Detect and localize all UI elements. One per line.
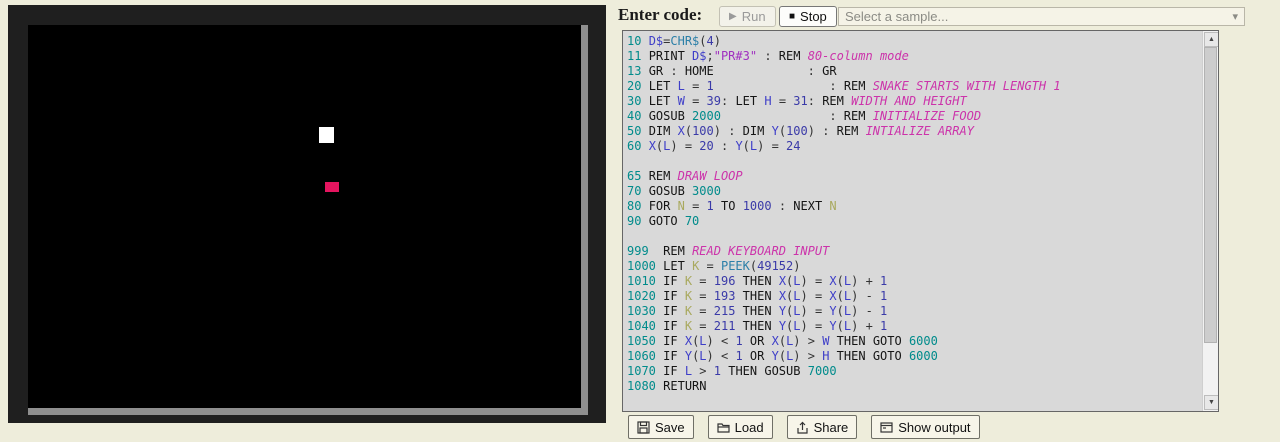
enter-code-label: Enter code: [618,5,702,25]
code-line [627,229,1202,244]
code-line: 1020 IF K = 193 THEN X(L) = X(L) - 1 [627,289,1202,304]
scroll-down-icon[interactable]: ▼ [1204,395,1219,410]
code-line: 13 GR : HOME : GR [627,64,1202,79]
play-icon: ▶ [729,12,737,22]
code-line: 1000 LET K = PEEK(49152) [627,259,1202,274]
stop-icon: ■ [789,12,795,22]
food-block [325,182,339,192]
emulator-screen-bezel [8,5,606,423]
snake-block [319,127,334,143]
code-line: 90 GOTO 70 [627,214,1202,229]
code-line: 70 GOSUB 3000 [627,184,1202,199]
code-line [627,154,1202,169]
code-line: 1060 IF Y(L) < 1 OR Y(L) > H THEN GOTO 6… [627,349,1202,364]
code-line: 65 REM DRAW LOOP [627,169,1202,184]
code-line: 11 PRINT D$;"PR#3" : REM 80-column mode [627,49,1202,64]
code-line: 40 GOSUB 2000 : REM INITIALIZE FOOD [627,109,1202,124]
show-output-button-label: Show output [898,420,970,435]
scrollbar-thumb[interactable] [1204,47,1217,343]
app-window: Enter code: ▶ Run ■ Stop Select a sample… [0,0,1280,442]
code-line: 50 DIM X(100) : DIM Y(100) : REM INTIALI… [627,124,1202,139]
code-line: 30 LET W = 39: LET H = 31: REM WIDTH AND… [627,94,1202,109]
output-window-icon [880,421,893,434]
code-line: 1030 IF K = 215 THEN Y(L) = Y(L) - 1 [627,304,1202,319]
footer-toolbar: Save Load Share Show output [628,415,980,439]
code-line: 1050 IF X(L) < 1 OR X(L) > W THEN GOTO 6… [627,334,1202,349]
code-editor[interactable]: 10 D$=CHR$(4)11 PRINT D$;"PR#3" : REM 80… [622,30,1219,412]
code-line: 10 D$=CHR$(4) [627,34,1202,49]
save-button[interactable]: Save [628,415,694,439]
code-line: 80 FOR N = 1 TO 1000 : NEXT N [627,199,1202,214]
code-line: 1010 IF K = 196 THEN X(L) = X(L) + 1 [627,274,1202,289]
floppy-icon [637,421,650,434]
sample-select-dropdown[interactable]: Select a sample... ▾ [838,7,1245,26]
code-line: 1080 RETURN [627,379,1202,394]
run-button[interactable]: ▶ Run [719,6,776,27]
stop-button[interactable]: ■ Stop [779,6,837,27]
chevron-down-icon: ▾ [1232,10,1238,23]
save-button-label: Save [655,420,685,435]
share-icon [796,421,809,434]
show-output-button[interactable]: Show output [871,415,979,439]
code-line: 20 LET L = 1 : REM SNAKE STARTS WITH LEN… [627,79,1202,94]
code-line [627,394,1202,409]
code-line: 999 REM READ KEYBOARD INPUT [627,244,1202,259]
code-line: 1040 IF K = 211 THEN Y(L) = Y(L) + 1 [627,319,1202,334]
run-button-label: Run [742,9,766,24]
editor-scrollbar[interactable]: ▲ ▼ [1202,31,1218,411]
folder-icon [717,421,730,434]
load-button[interactable]: Load [708,415,773,439]
emulator-screen[interactable] [28,25,588,415]
share-button[interactable]: Share [787,415,858,439]
share-button-label: Share [814,420,849,435]
scroll-up-icon[interactable]: ▲ [1204,32,1219,47]
stop-button-label: Stop [800,9,827,24]
code-line: 60 X(L) = 20 : Y(L) = 24 [627,139,1202,154]
load-button-label: Load [735,420,764,435]
sample-select-placeholder: Select a sample... [845,9,948,24]
code-line: 1999 REM INITIALIZE FOOD [627,409,1202,412]
code-content: 10 D$=CHR$(4)11 PRINT D$;"PR#3" : REM 80… [623,31,1202,412]
code-line: 1070 IF L > 1 THEN GOSUB 7000 [627,364,1202,379]
